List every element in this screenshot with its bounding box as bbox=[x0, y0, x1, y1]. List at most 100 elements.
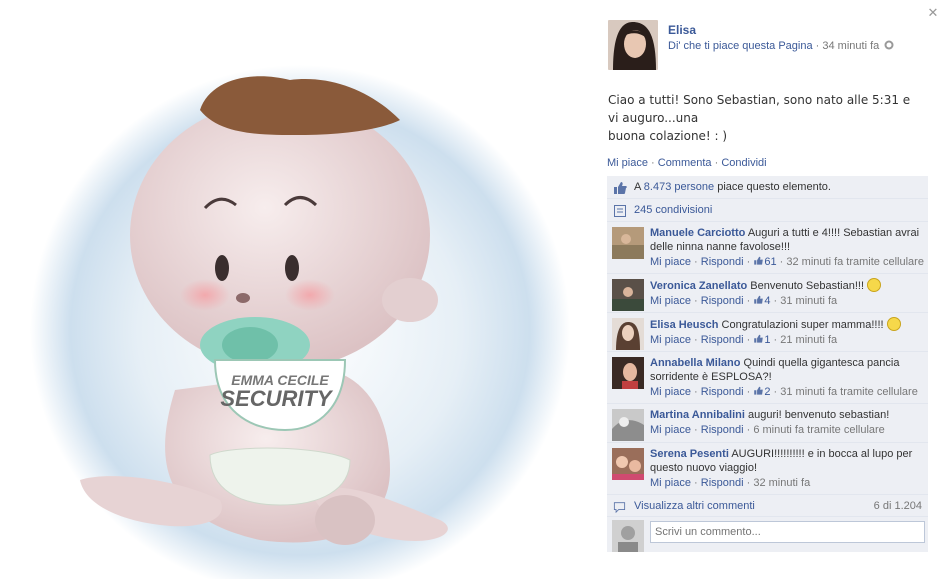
separator: · bbox=[770, 334, 781, 346]
close-icon[interactable]: ✕ bbox=[926, 6, 940, 20]
comment-like-button[interactable]: Mi piace bbox=[650, 334, 691, 346]
thumbs-up-icon bbox=[754, 334, 764, 343]
likes-suffix: piace questo elemento. bbox=[714, 181, 831, 193]
post-actions: Mi piace · Commenta · Condividi bbox=[607, 157, 767, 169]
comment-time[interactable]: 32 minuti fa tramite cellulare bbox=[786, 256, 924, 268]
post-time[interactable]: 34 minuti fa bbox=[822, 40, 879, 52]
comment-time[interactable]: 31 minuti fa bbox=[780, 295, 837, 307]
comment-item: Martina Annibalini auguri! benvenuto seb… bbox=[607, 404, 928, 443]
separator: · bbox=[812, 40, 823, 52]
comment-reply-button[interactable]: Rispondi bbox=[701, 295, 744, 307]
thumbs-up-icon bbox=[754, 386, 764, 395]
comment-bubble-icon bbox=[613, 502, 626, 513]
write-comment-row bbox=[607, 516, 928, 552]
shares-link[interactable]: 245 condivisioni bbox=[634, 204, 712, 216]
separator: · bbox=[690, 334, 701, 346]
like-button[interactable]: Mi piace bbox=[607, 157, 648, 169]
comments-count: 6 di 1.204 bbox=[873, 500, 922, 512]
photo-stage[interactable]: EMMA CECILE SECURITY bbox=[0, 0, 588, 579]
comment-time[interactable]: 32 minuti fa bbox=[753, 477, 810, 489]
comment-item: Manuele Carciotto Auguri a tutti e 4!!!!… bbox=[607, 222, 928, 274]
separator: · bbox=[690, 477, 701, 489]
separator: · bbox=[690, 295, 701, 307]
viewer-avatar bbox=[612, 520, 644, 552]
post-panel: ✕ Elisa Di' che ti piace questa Pagina ·… bbox=[588, 0, 944, 579]
comment-text: Congratulazioni super mamma!!!! bbox=[721, 319, 884, 331]
commenter-name[interactable]: Manuele Carciotto bbox=[650, 227, 745, 239]
commenter-avatar[interactable] bbox=[612, 318, 644, 350]
separator: · bbox=[690, 386, 701, 398]
separator: · bbox=[743, 386, 754, 398]
globe-icon bbox=[884, 40, 894, 50]
comment-button[interactable]: Commenta bbox=[658, 157, 712, 169]
comment-item: Serena Pesenti AUGURI!!!!!!!!!! e in boc… bbox=[607, 443, 928, 495]
comment-reply-button[interactable]: Rispondi bbox=[701, 334, 744, 346]
thumbs-up-icon bbox=[754, 295, 764, 304]
bib-text-line2: SECURITY bbox=[220, 386, 334, 411]
comment-likes-value: 61 bbox=[764, 256, 777, 268]
author-meta: Di' che ti piace questa Pagina · 34 minu… bbox=[668, 40, 894, 52]
separator: · bbox=[770, 386, 781, 398]
separator: · bbox=[770, 295, 781, 307]
post-author: Elisa Di' che ti piace questa Pagina · 3… bbox=[608, 20, 928, 72]
comment-like-button[interactable]: Mi piace bbox=[650, 256, 691, 268]
comment-reply-button[interactable]: Rispondi bbox=[701, 256, 744, 268]
commenter-name[interactable]: Martina Annibalini bbox=[650, 409, 745, 421]
comment-reply-button[interactable]: Rispondi bbox=[701, 424, 744, 436]
comment-reply-button[interactable]: Rispondi bbox=[701, 386, 744, 398]
comment-likes-count[interactable]: 61 bbox=[753, 256, 777, 268]
separator: · bbox=[690, 256, 701, 268]
view-more-comments-link[interactable]: Visualizza altri commenti bbox=[634, 500, 755, 512]
likes-summary: A 8.473 persone piace questo elemento. bbox=[607, 176, 928, 199]
commenter-name[interactable]: Annabella Milano bbox=[650, 357, 740, 369]
comment-time[interactable]: 31 minuti fa tramite cellulare bbox=[780, 386, 918, 398]
comment-text: auguri! benvenuto sebastian! bbox=[748, 409, 890, 421]
thumbs-up-icon bbox=[614, 182, 627, 194]
comment-time[interactable]: 6 minuti fa tramite cellulare bbox=[753, 424, 884, 436]
view-more-comments[interactable]: Visualizza altri commenti 6 di 1.204 bbox=[607, 495, 928, 516]
separator: · bbox=[690, 424, 701, 436]
comment-like-button[interactable]: Mi piace bbox=[650, 386, 691, 398]
commenter-avatar[interactable] bbox=[612, 279, 644, 311]
post-text: Ciao a tutti! Sono Sebastian, sono nato … bbox=[608, 91, 918, 145]
commenter-name[interactable]: Veronica Zanellato bbox=[650, 280, 747, 292]
comment-like-button[interactable]: Mi piace bbox=[650, 295, 691, 307]
separator: · bbox=[711, 157, 722, 169]
share-icon bbox=[614, 205, 626, 217]
separator: · bbox=[743, 477, 754, 489]
commenter-name[interactable]: Serena Pesenti bbox=[650, 448, 729, 460]
comment-input[interactable] bbox=[650, 521, 925, 543]
thumbs-up-icon bbox=[754, 256, 764, 265]
comment-reply-button[interactable]: Rispondi bbox=[701, 477, 744, 489]
smiley-emoticon-icon bbox=[886, 317, 901, 331]
commenter-avatar[interactable] bbox=[612, 357, 644, 389]
like-page-link[interactable]: Di' che ti piace questa Pagina bbox=[668, 40, 813, 52]
comment-likes-count[interactable]: 4 bbox=[753, 295, 770, 307]
baby-illustration: EMMA CECILE SECURITY bbox=[30, 65, 570, 579]
author-avatar[interactable] bbox=[608, 20, 658, 70]
commenter-avatar[interactable] bbox=[612, 227, 644, 259]
commenter-avatar[interactable] bbox=[612, 409, 644, 441]
separator: · bbox=[647, 157, 658, 169]
post-text-line1: Ciao a tutti! Sono Sebastian, sono nato … bbox=[608, 93, 911, 125]
likes-people-link[interactable]: 8.473 persone bbox=[644, 181, 714, 193]
commenter-name[interactable]: Elisa Heusch bbox=[650, 319, 718, 331]
separator: · bbox=[776, 256, 787, 268]
comment-likes-count[interactable]: 2 bbox=[753, 386, 770, 398]
comment-item: Elisa Heusch Congratulazioni super mamma… bbox=[607, 313, 928, 352]
separator: · bbox=[743, 295, 754, 307]
likes-prefix: A bbox=[634, 181, 644, 193]
comment-likes-count[interactable]: 1 bbox=[753, 334, 770, 346]
separator: · bbox=[743, 334, 754, 346]
smiley-emoticon-icon bbox=[867, 278, 882, 292]
comment-like-button[interactable]: Mi piace bbox=[650, 424, 691, 436]
commenter-avatar[interactable] bbox=[612, 448, 644, 480]
author-name[interactable]: Elisa bbox=[668, 23, 696, 37]
share-button[interactable]: Condividi bbox=[721, 157, 766, 169]
comment-time[interactable]: 21 minuti fa bbox=[780, 334, 837, 346]
comment-text: Benvenuto Sebastian!!! bbox=[750, 280, 865, 292]
comment-like-button[interactable]: Mi piace bbox=[650, 477, 691, 489]
comment-item: Annabella Milano Quindi quella gigantesc… bbox=[607, 352, 928, 404]
separator: · bbox=[743, 424, 754, 436]
separator: · bbox=[743, 256, 754, 268]
